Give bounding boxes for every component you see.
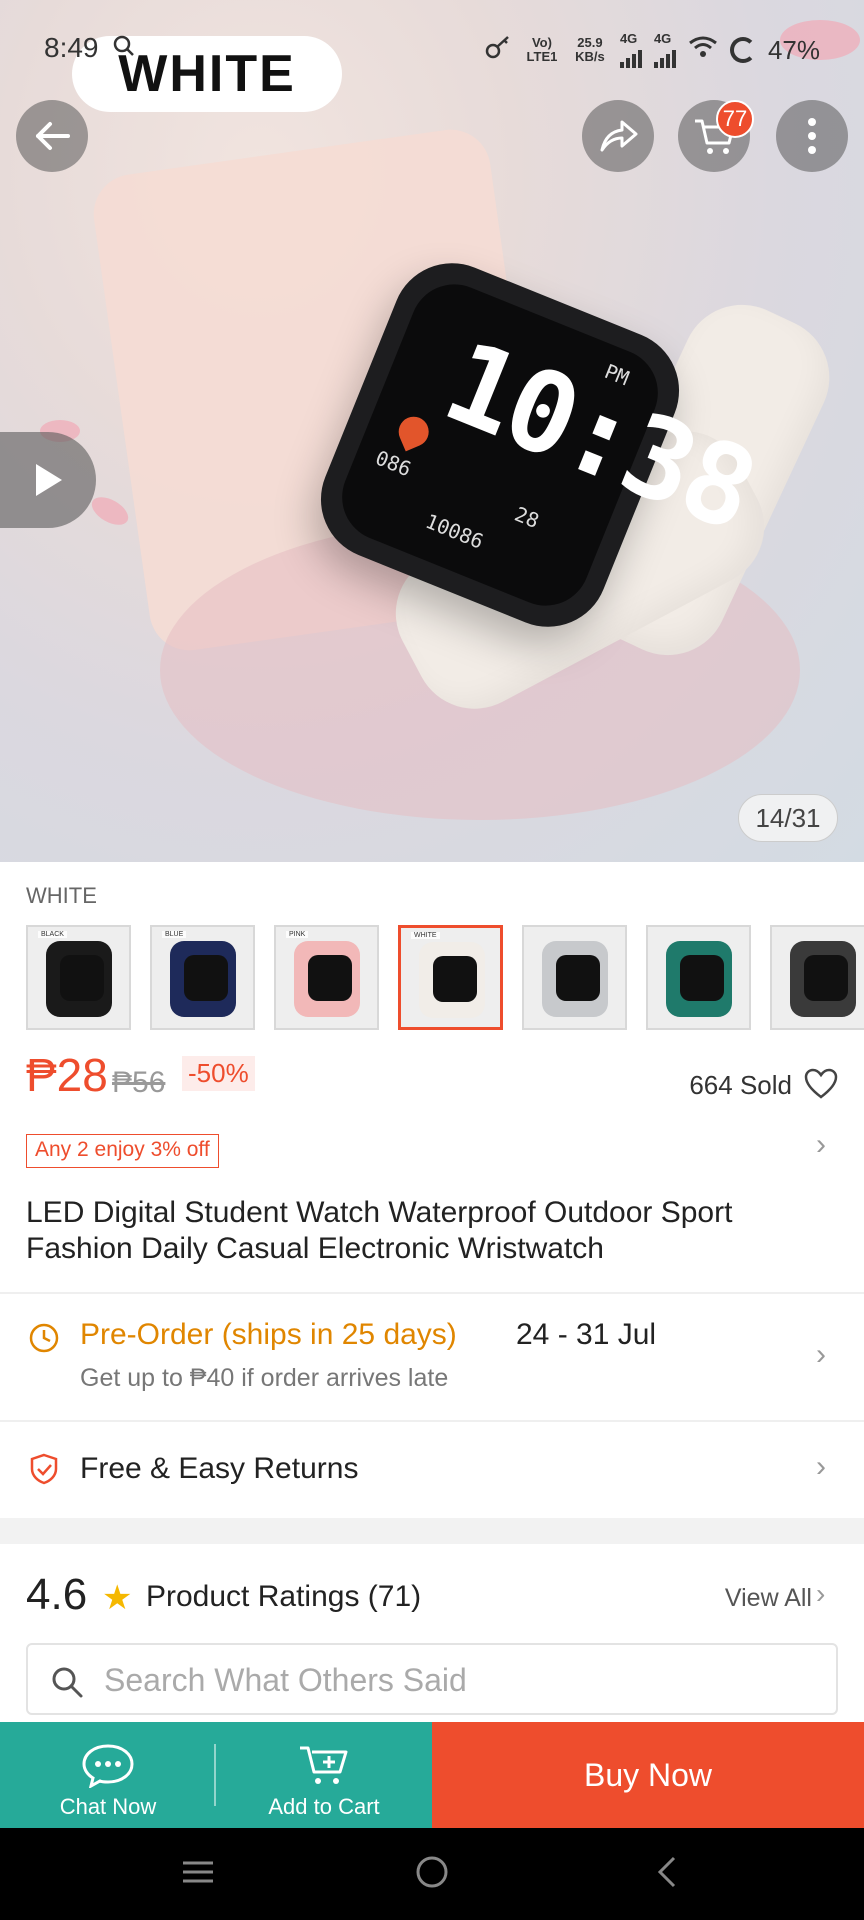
watch-steps: 10086	[422, 508, 487, 554]
more-options-button[interactable]	[776, 100, 848, 172]
star-icon: ★	[102, 1579, 133, 1617]
home-circle-icon	[416, 1856, 448, 1888]
back-button[interactable]	[16, 100, 88, 172]
delivery-date-range: 24 - 31 Jul	[516, 1318, 657, 1351]
watch-calories: 28	[511, 501, 543, 533]
battery-level: 47%	[767, 34, 820, 65]
home-nav-button[interactable]	[414, 1854, 450, 1895]
shield-check-icon	[28, 1452, 60, 1491]
decor-petal	[87, 491, 133, 531]
volte-indicator: Vo) LTE1	[526, 35, 558, 64]
watch-heart-rate: 086	[372, 445, 415, 482]
divider	[0, 1420, 864, 1422]
free-returns-text[interactable]: Free & Easy Returns	[80, 1452, 358, 1486]
returns-chevron-icon[interactable]: ›	[816, 1450, 826, 1484]
menu-nav-button[interactable]	[180, 1854, 216, 1895]
secondary-actions: Chat Now Add to Cart	[0, 1722, 432, 1828]
shipping-chevron-icon[interactable]: ›	[816, 1338, 826, 1372]
product-watch-image: 10:38 PM 086 28 10086	[302, 245, 850, 730]
ratings-label: Product Ratings (71)	[146, 1580, 422, 1613]
divider	[0, 1292, 864, 1294]
share-button[interactable]	[582, 100, 654, 172]
view-all-chevron-icon[interactable]: ›	[816, 1578, 825, 1610]
search-status-icon	[112, 34, 136, 65]
late-guarantee-text: Get up to ₱40 if order arrives late	[80, 1364, 449, 1392]
cart-count-badge: 77	[716, 100, 754, 138]
chat-icon	[82, 1744, 134, 1788]
key-icon	[484, 33, 512, 68]
buy-now-button[interactable]: Buy Now	[432, 1722, 864, 1828]
chat-now-button[interactable]: Chat Now	[0, 1722, 216, 1828]
variant-thumb-grey[interactable]	[522, 925, 627, 1030]
review-search-box[interactable]	[26, 1643, 838, 1715]
search-icon	[50, 1665, 84, 1704]
system-nav-bar	[0, 1828, 864, 1920]
play-icon	[36, 464, 62, 496]
clock-icon	[28, 1322, 60, 1359]
product-image-carousel[interactable]: 10:38 PM 086 28 10086 WHITE 8:49 Vo) LTE…	[0, 0, 864, 862]
variant-thumb-black[interactable]: BLACK	[26, 925, 131, 1030]
menu-icon	[183, 1861, 213, 1883]
variant-thumbnails: BLACK BLUE PINK WHITE	[26, 925, 864, 1031]
signal-icon-1: 4G	[619, 32, 642, 68]
section-gap	[0, 1518, 864, 1544]
preorder-text: Pre-Order (ships in 25 days)	[80, 1318, 457, 1351]
rating-score: 4.6	[26, 1570, 88, 1619]
bottom-divider	[214, 1744, 216, 1806]
price-row: ₱28 ₱56 -50% 664 Sold	[26, 1048, 838, 1108]
review-search-input[interactable]	[104, 1657, 804, 1703]
price: ₱28	[26, 1049, 108, 1101]
battery-icon	[729, 37, 756, 63]
variant-thumb-blue[interactable]: BLUE	[150, 925, 255, 1030]
variant-thumb-pink[interactable]: PINK	[274, 925, 379, 1030]
chat-now-label: Chat Now	[59, 1794, 157, 1819]
more-vertical-icon	[808, 118, 816, 154]
play-video-button[interactable]	[0, 432, 96, 528]
back-nav-button[interactable]	[650, 1854, 686, 1895]
status-icons: Vo) LTE1 25.9 KB/s 4G 4G 47%	[484, 32, 820, 68]
add-to-cart-button[interactable]: Add to Cart	[216, 1722, 432, 1828]
network-speed: 25.9 KB/s	[575, 35, 605, 64]
variant-title: WHITE	[26, 883, 97, 908]
wifi-icon	[688, 35, 718, 66]
heart-outline-icon	[804, 1068, 838, 1099]
discount-badge: -50%	[182, 1056, 255, 1091]
chevron-right-icon[interactable]: ›	[816, 1128, 826, 1162]
view-all-link[interactable]: View All	[725, 1584, 812, 1613]
favorite-button[interactable]	[804, 1068, 838, 1105]
product-title: LED Digital Student Watch Waterproof Out…	[26, 1196, 733, 1265]
add-to-cart-label: Add to Cart	[268, 1794, 380, 1819]
back-chevron-icon	[657, 1856, 676, 1888]
status-time: 8:49	[44, 32, 99, 63]
original-price: ₱56	[112, 1066, 166, 1099]
sold-count: 664 Sold	[689, 1070, 792, 1100]
heart-icon	[394, 412, 434, 452]
variant-thumb-more[interactable]	[770, 925, 864, 1030]
arrow-left-icon	[36, 122, 70, 150]
bottom-action-bar: Chat Now Add to Cart Buy Now	[0, 1722, 864, 1828]
status-bar: 8:49 Vo) LTE1 25.9 KB/s 4G 4G 47%	[0, 28, 864, 72]
variant-thumb-green[interactable]	[646, 925, 751, 1030]
image-counter: 14/31	[738, 794, 838, 842]
promo-badge[interactable]: Any 2 enjoy 3% off	[26, 1134, 219, 1168]
add-cart-icon	[300, 1746, 348, 1784]
share-icon	[600, 120, 638, 152]
signal-icon-2: 4G	[653, 32, 676, 68]
variant-thumb-white[interactable]: WHITE	[398, 925, 503, 1030]
